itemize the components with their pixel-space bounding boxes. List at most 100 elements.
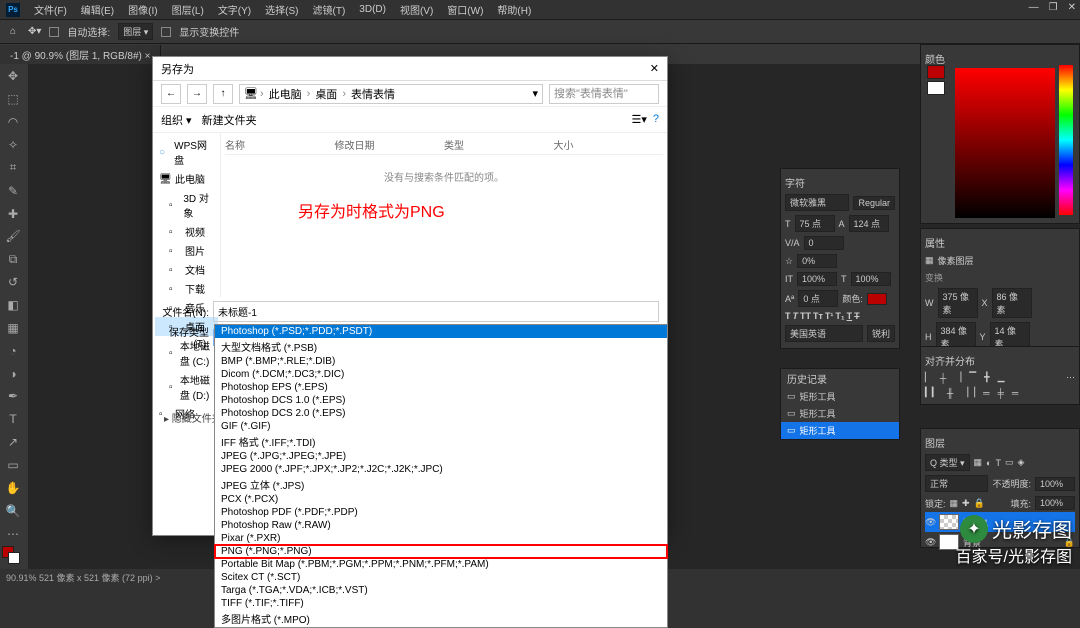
dropdown-option[interactable]: Photoshop (*.PSD;*.PDD;*.PSDT) bbox=[215, 325, 667, 338]
menu-image[interactable]: 图像(I) bbox=[128, 2, 157, 17]
sub-toggle[interactable]: T₁ bbox=[835, 311, 844, 321]
minimize-icon[interactable]: — bbox=[1029, 2, 1039, 13]
dropdown-option[interactable]: PCX (*.PCX) bbox=[215, 493, 667, 506]
lang-select[interactable]: 美国英语 bbox=[785, 325, 863, 342]
filename-input[interactable]: 未标题-1 bbox=[213, 301, 659, 322]
align-bottom-icon[interactable]: ▁ bbox=[998, 372, 1005, 383]
dropdown-option[interactable]: Targa (*.TGA;*.VDA;*.ICB;*.VST) bbox=[215, 584, 667, 597]
organize-button[interactable]: 组织 ▾ bbox=[161, 112, 192, 128]
stamp-tool-icon[interactable]: ⧉ bbox=[2, 249, 24, 270]
filter-text-icon[interactable]: T bbox=[995, 458, 1001, 468]
filter-smart-icon[interactable]: ◈ bbox=[1018, 457, 1025, 468]
dodge-tool-icon[interactable]: ◑ bbox=[2, 363, 24, 384]
layer-filter-select[interactable]: Q 类型 ▾ bbox=[925, 454, 970, 471]
move-tool-icon[interactable]: ✥ bbox=[2, 66, 24, 87]
eyedropper-tool-icon[interactable]: ✎ bbox=[2, 180, 24, 201]
dropdown-option[interactable]: JPEG 立体 (*.JPS) bbox=[215, 476, 667, 493]
leading-input[interactable]: 124 点 bbox=[849, 215, 889, 232]
dropdown-option[interactable]: GIF (*.GIF) bbox=[215, 420, 667, 433]
col-size[interactable]: 大小 bbox=[554, 137, 664, 152]
tree-node[interactable]: ▫3D 对象 bbox=[155, 188, 218, 222]
dropdown-option[interactable]: Pixar (*.PXR) bbox=[215, 532, 667, 545]
tree-node[interactable]: ▫文档 bbox=[155, 260, 218, 279]
dropdown-option[interactable]: IFF 格式 (*.IFF;*.TDI) bbox=[215, 433, 667, 450]
crop-tool-icon[interactable]: ⌗ bbox=[2, 157, 24, 178]
dropdown-option[interactable]: Dicom (*.DCM;*.DC3;*.DIC) bbox=[215, 368, 667, 381]
menu-help[interactable]: 帮助(H) bbox=[497, 2, 531, 17]
dropdown-option[interactable]: Portable Bit Map (*.PBM;*.PGM;*.PPM;*.PN… bbox=[215, 558, 667, 571]
fg-bg-swatch-icon[interactable] bbox=[2, 546, 24, 567]
home-icon[interactable]: ⌂ bbox=[6, 25, 20, 39]
history-item[interactable]: ▭矩形工具 bbox=[781, 405, 899, 422]
dropdown-option[interactable]: Photoshop Raw (*.RAW) bbox=[215, 519, 667, 532]
dist-bottom-icon[interactable]: ═ bbox=[1012, 388, 1018, 398]
dist-center-h-icon[interactable]: ╫ bbox=[947, 388, 953, 398]
dialog-close-icon[interactable]: ✕ bbox=[650, 62, 659, 75]
search-input[interactable]: 搜索"表情表情" bbox=[549, 84, 659, 104]
dropdown-option[interactable]: BMP (*.BMP;*.RLE;*.DIB) bbox=[215, 355, 667, 368]
blur-tool-icon[interactable]: ◔ bbox=[2, 340, 24, 361]
vscale-input[interactable]: 100% bbox=[797, 272, 837, 286]
lock-all-icon[interactable]: 🔒 bbox=[974, 498, 985, 509]
close-icon[interactable]: ✕ bbox=[1068, 2, 1076, 13]
history-item-current[interactable]: ▭矩形工具 bbox=[781, 422, 899, 439]
dropdown-option[interactable]: PNG (*.PNG;*.PNG) bbox=[215, 545, 667, 558]
filter-shape-icon[interactable]: ▭ bbox=[1005, 457, 1014, 468]
col-type[interactable]: 类型 bbox=[444, 137, 554, 152]
nav-fwd-icon[interactable]: → bbox=[187, 84, 207, 104]
dist-right-icon[interactable]: ▕▕ bbox=[961, 387, 975, 398]
lasso-tool-icon[interactable]: ◠ bbox=[2, 112, 24, 133]
strike-toggle[interactable]: T bbox=[854, 311, 860, 321]
bg-color-swatch[interactable] bbox=[927, 81, 945, 95]
dropdown-option[interactable]: Photoshop PDF (*.PDF;*.PDP) bbox=[215, 506, 667, 519]
menu-file[interactable]: 文件(F) bbox=[34, 2, 67, 17]
menu-layer[interactable]: 图层(L) bbox=[172, 2, 204, 17]
align-top-icon[interactable]: ▔ bbox=[969, 372, 976, 383]
text-color-swatch[interactable] bbox=[867, 293, 887, 305]
dist-top-icon[interactable]: ═ bbox=[983, 388, 989, 398]
menu-3d[interactable]: 3D(D) bbox=[359, 4, 386, 15]
text-tool-icon[interactable]: T bbox=[2, 409, 24, 430]
visibility-toggle-icon[interactable]: 👁 bbox=[925, 517, 935, 528]
nav-back-icon[interactable]: ← bbox=[161, 84, 181, 104]
shape-tool-icon[interactable]: ▭ bbox=[2, 455, 24, 476]
font-weight-select[interactable]: Regular bbox=[853, 196, 895, 210]
bold-toggle[interactable]: T bbox=[785, 311, 791, 321]
gradient-tool-icon[interactable]: ▦ bbox=[2, 317, 24, 338]
menu-view[interactable]: 视图(V) bbox=[400, 2, 433, 17]
dropdown-option[interactable]: JPEG (*.JPG;*.JPEG;*.JPE) bbox=[215, 450, 667, 463]
blend-mode-select[interactable]: 正常 bbox=[925, 475, 988, 492]
dropdown-option[interactable]: Scitex CT (*.SCT) bbox=[215, 571, 667, 584]
heal-tool-icon[interactable]: ✚ bbox=[2, 203, 24, 224]
align-center-v-icon[interactable]: ╋ bbox=[984, 372, 989, 383]
dropdown-option[interactable]: TIFF (*.TIF;*.TIFF) bbox=[215, 597, 667, 610]
menu-window[interactable]: 窗口(W) bbox=[447, 2, 483, 17]
more-tools-icon[interactable]: ⋯ bbox=[2, 523, 24, 544]
fill-input[interactable]: 100% bbox=[1035, 496, 1075, 510]
super-toggle[interactable]: T¹ bbox=[825, 311, 834, 321]
dist-left-icon[interactable]: ▎▎ bbox=[925, 387, 939, 398]
menu-filter[interactable]: 滤镜(T) bbox=[313, 2, 346, 17]
path-bar[interactable]: 🖥› 此电脑› 桌面› 表情表情 ▾ bbox=[239, 84, 543, 104]
hue-strip[interactable] bbox=[1059, 65, 1073, 215]
new-folder-button[interactable]: 新建文件夹 bbox=[202, 112, 257, 128]
auto-select-checkbox[interactable] bbox=[49, 27, 59, 37]
path-tool-icon[interactable]: ↗ bbox=[2, 432, 24, 453]
menu-type[interactable]: 文字(Y) bbox=[218, 2, 251, 17]
scale-input[interactable]: 0% bbox=[797, 254, 837, 268]
brush-tool-icon[interactable]: 🖌 bbox=[2, 226, 24, 247]
zoom-tool-icon[interactable]: 🔍 bbox=[2, 500, 24, 521]
col-name[interactable]: 名称 bbox=[225, 137, 335, 152]
pen-tool-icon[interactable]: ✒ bbox=[2, 386, 24, 407]
show-transform-checkbox[interactable] bbox=[161, 27, 171, 37]
width-input[interactable]: 375 像素 bbox=[938, 288, 978, 318]
wand-tool-icon[interactable]: ✧ bbox=[2, 135, 24, 156]
marquee-tool-icon[interactable]: ⬚ bbox=[2, 89, 24, 110]
dropdown-option[interactable]: JPEG 2000 (*.JPF;*.JPX;*.JP2;*.J2C;*.J2K… bbox=[215, 463, 667, 476]
hscale-input[interactable]: 100% bbox=[851, 272, 891, 286]
filter-adj-icon[interactable]: ◐ bbox=[986, 458, 991, 468]
tree-node[interactable]: ▫视频 bbox=[155, 222, 218, 241]
baseline-input[interactable]: 0 点 bbox=[798, 290, 838, 307]
history-brush-icon[interactable]: ↺ bbox=[2, 272, 24, 293]
dropdown-option[interactable]: Photoshop EPS (*.EPS) bbox=[215, 381, 667, 394]
